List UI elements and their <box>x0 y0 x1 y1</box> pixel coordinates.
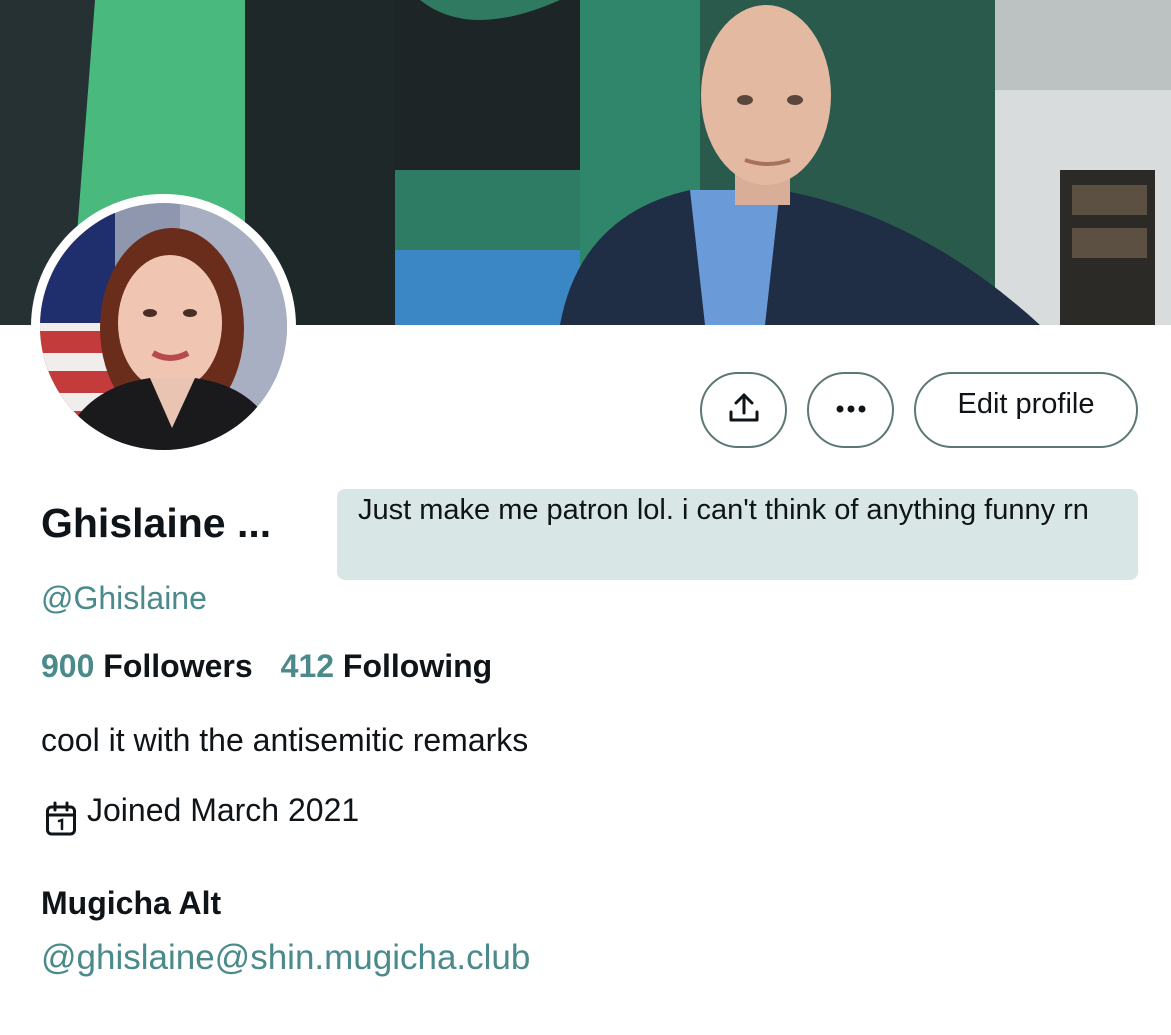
display-name: Ghislaine ... <box>41 500 272 546</box>
following-label: Following <box>342 648 493 684</box>
following-count: 412 <box>280 648 335 684</box>
follow-stats: 900 Followers 412 Following <box>41 648 492 685</box>
share-button[interactable] <box>700 372 787 448</box>
followers-link[interactable]: 900 Followers <box>41 648 253 684</box>
calendar-icon <box>45 792 77 836</box>
followers-label: Followers <box>103 648 253 684</box>
account-handle: @Ghislaine <box>41 580 207 616</box>
personal-note[interactable]: Just make me patron lol. i can't think o… <box>337 489 1138 580</box>
share-icon <box>727 391 761 430</box>
profile-bio: cool it with the antisemitic remarks <box>41 722 529 758</box>
profile-field-link[interactable]: @ghislaine@shin.mugicha.club <box>41 938 530 978</box>
joined-date: Joined March 2021 <box>45 792 360 836</box>
more-icon <box>834 401 868 419</box>
joined-text: Joined March 2021 <box>87 792 360 828</box>
profile-field-label: Mugicha Alt <box>41 885 222 921</box>
following-link[interactable]: 412 Following <box>281 648 493 684</box>
edit-profile-button[interactable]: Edit profile <box>914 372 1138 448</box>
avatar[interactable] <box>31 194 296 459</box>
followers-count: 900 <box>41 648 95 684</box>
more-options-button[interactable] <box>807 372 894 448</box>
